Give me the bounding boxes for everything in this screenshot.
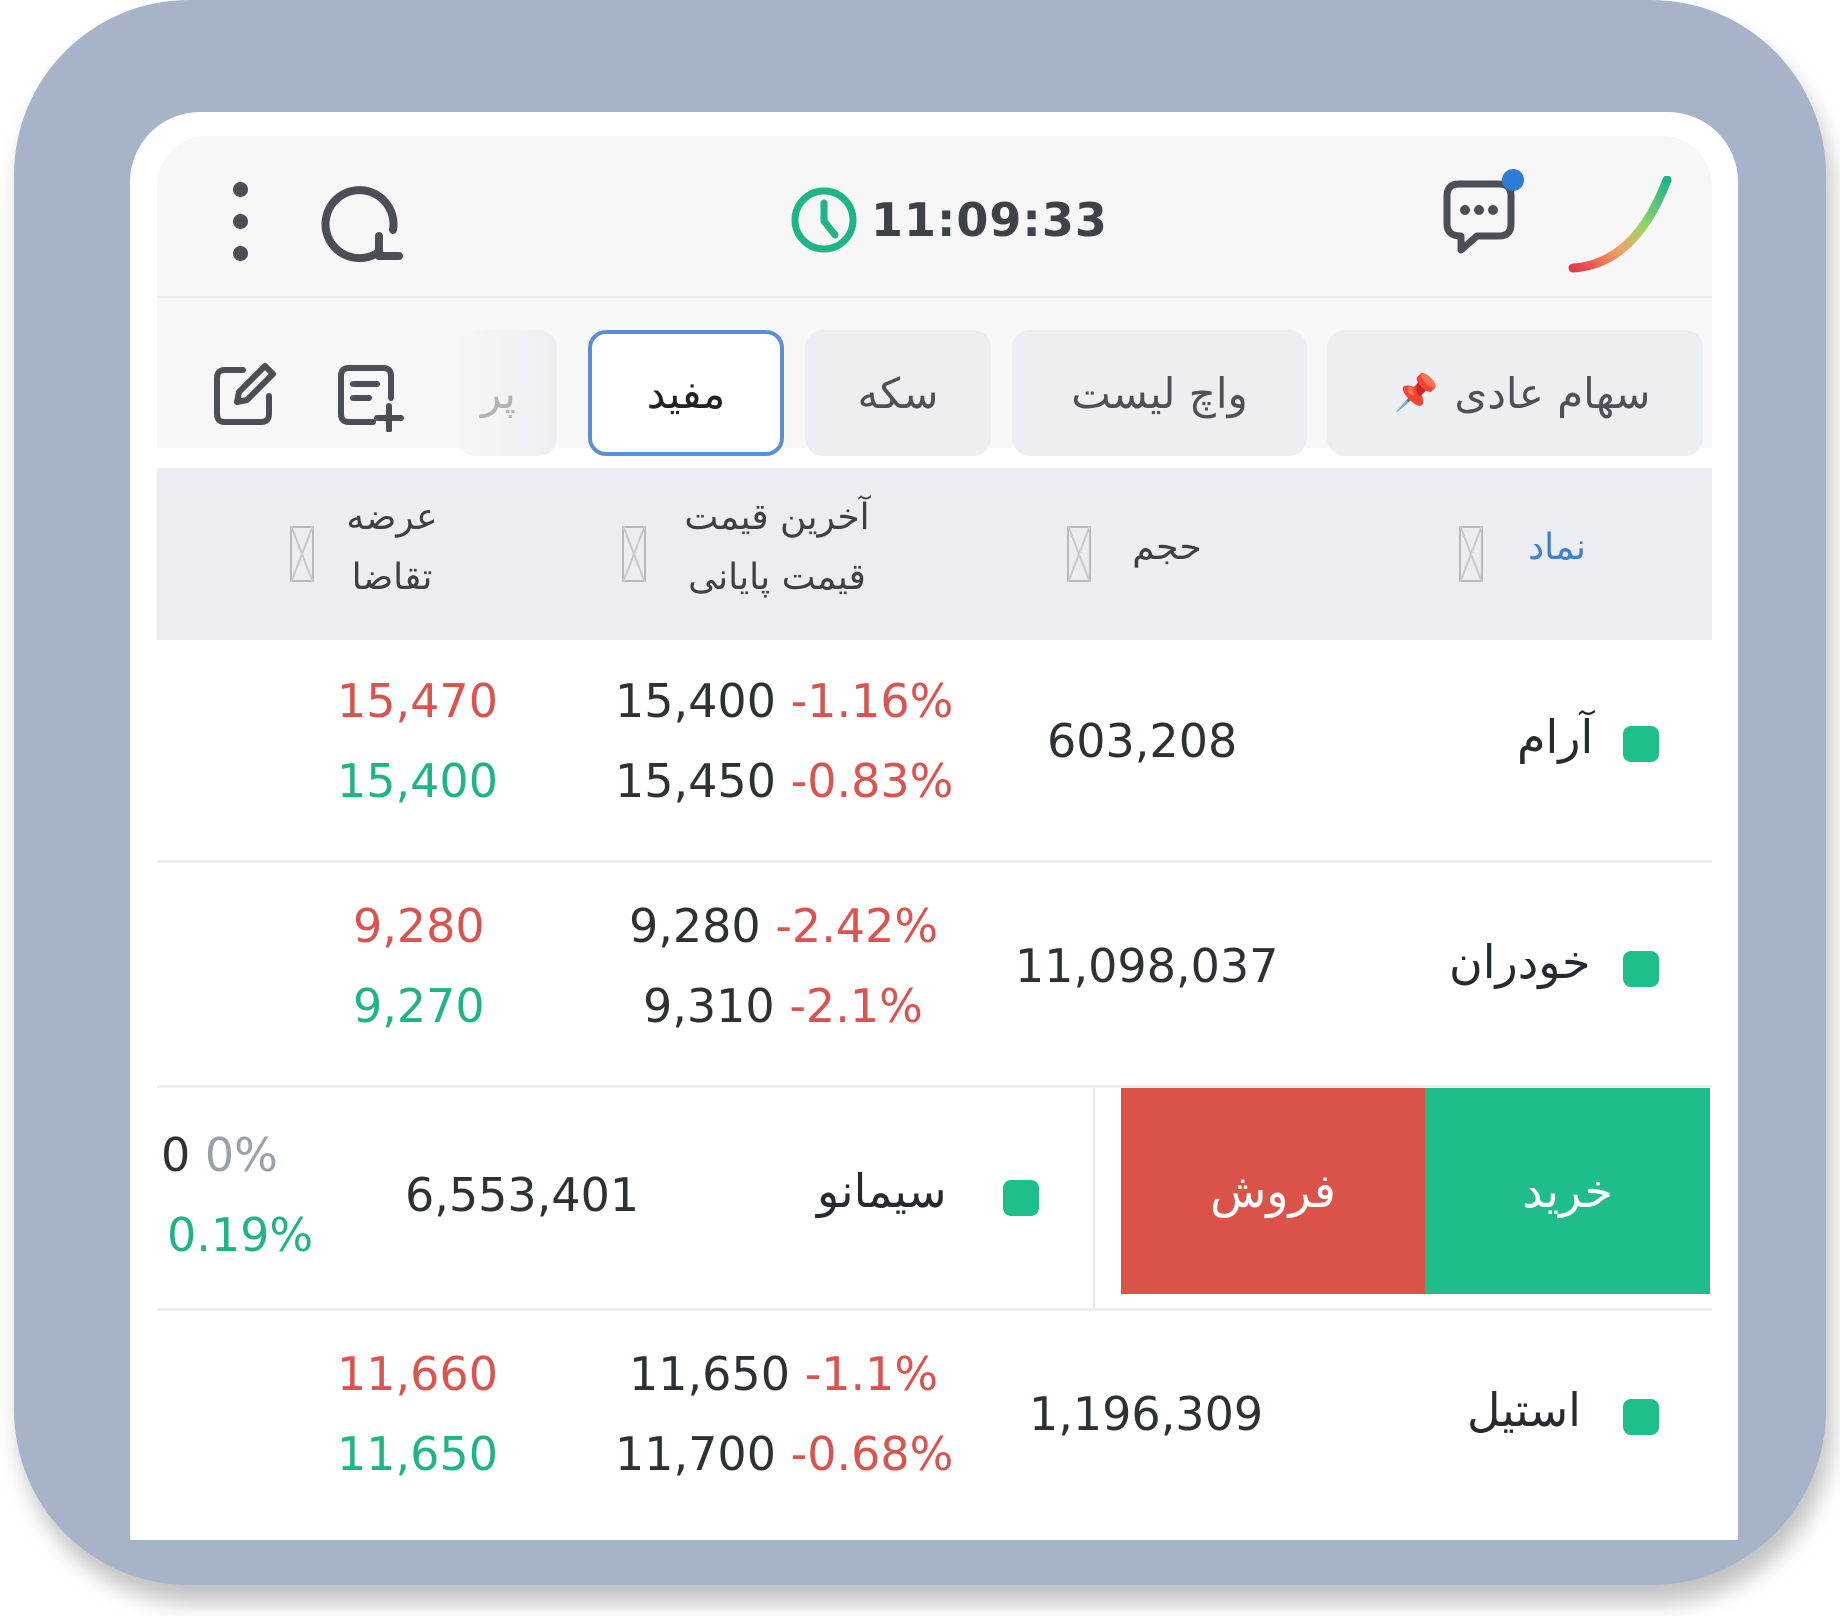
- more-menu-icon[interactable]: [225, 180, 255, 264]
- bid-price: 9,270: [353, 979, 485, 1033]
- add-list-icon[interactable]: [333, 360, 405, 432]
- column-volume: حجم: [1132, 527, 1202, 568]
- tab-mofid[interactable]: مفید: [588, 330, 784, 456]
- status-dot: [1623, 1399, 1659, 1435]
- table-header: عرضه تقاضا آخرین قیمت قیمت پایانی حجم نم…: [157, 468, 1712, 640]
- app-content: 11:09:33 پر مفید سکه واچ لیست 📌 سهام عاد…: [157, 136, 1712, 1540]
- last-price-cell: 11,650 -1.1%: [629, 1347, 939, 1401]
- table-row[interactable]: 11,660 11,650 11,650 -1.1% 11,700 -0.68%…: [157, 1311, 1712, 1540]
- close-price-cell: 15,450 -0.83%: [615, 754, 954, 808]
- symbol-name: سیمانو: [817, 1164, 947, 1218]
- close-price-cell: 9,310 -2.1%: [643, 979, 923, 1033]
- ask-price: 11,660: [337, 1347, 498, 1401]
- table-row[interactable]: 15,470 15,400 15,400 -1.16% 15,450 -0.83…: [157, 640, 1712, 863]
- status-dot: [1623, 726, 1659, 762]
- brand-logo: [1568, 176, 1672, 273]
- column-ask-bid: عرضه تقاضا: [346, 497, 438, 598]
- volume-cell: 6,553,401: [405, 1168, 640, 1222]
- bid-price: 15,400: [337, 754, 498, 808]
- close-price-cell: 11,700 -0.68%: [615, 1427, 954, 1481]
- tab-more[interactable]: پر: [457, 330, 557, 456]
- clock-icon: [791, 187, 857, 253]
- market-clock: 11:09:33: [789, 180, 1108, 260]
- bid-price: 11,650: [337, 1427, 498, 1481]
- tab-coin[interactable]: سکه: [805, 330, 991, 456]
- sell-button[interactable]: فروش: [1121, 1088, 1425, 1294]
- volume-cell: 1,196,309: [1029, 1387, 1264, 1441]
- sort-icon[interactable]: [1067, 526, 1091, 582]
- top-bar: 11:09:33: [157, 136, 1712, 298]
- sort-icon[interactable]: [622, 526, 646, 582]
- sort-icon[interactable]: [1459, 526, 1483, 582]
- table-row-swiped[interactable]: 0 0% 0.19% 6,553,401 سیمانو فروش خرید: [157, 1088, 1712, 1311]
- status-dot: [1003, 1180, 1039, 1216]
- tab-watchlist[interactable]: واچ لیست: [1012, 330, 1307, 456]
- column-last-close: آخرین قیمت قیمت پایانی: [684, 497, 870, 598]
- status-dot: [1623, 951, 1659, 987]
- ask-price: 15,470: [337, 674, 498, 728]
- volume-cell: 11,098,037: [1015, 939, 1279, 993]
- pin-icon: 📌: [1393, 373, 1439, 414]
- sort-icon[interactable]: [290, 526, 314, 582]
- volume-cell: 603,208: [1047, 714, 1238, 768]
- chat-icon[interactable]: [1437, 166, 1527, 260]
- tab-common-stocks[interactable]: 📌 سهام عادی: [1327, 330, 1703, 456]
- app-screen: 11:09:33 پر مفید سکه واچ لیست 📌 سهام عاد…: [130, 112, 1738, 1540]
- symbol-name: آرام: [1517, 710, 1594, 764]
- refresh-icon[interactable]: [319, 180, 405, 264]
- last-price-cell: 15,400 -1.16%: [615, 674, 954, 728]
- clock-time: 11:09:33: [871, 193, 1108, 247]
- table-row[interactable]: 9,280 9,270 9,280 -2.42% 9,310 -2.1% 11,…: [157, 863, 1712, 1088]
- divider: [1093, 1088, 1095, 1308]
- column-symbol[interactable]: نماد: [1507, 518, 1607, 578]
- edit-icon[interactable]: [207, 360, 279, 432]
- last-price-cell: 9,280 -2.42%: [629, 899, 939, 953]
- symbol-name: خودران: [1449, 935, 1591, 989]
- watchlist-tabs: پر مفید سکه واچ لیست 📌 سهام عادی: [157, 298, 1712, 456]
- close-percent: 0.19%: [167, 1208, 314, 1262]
- symbol-name: استیل: [1467, 1383, 1581, 1437]
- buy-button[interactable]: خرید: [1425, 1088, 1710, 1294]
- ask-price: 9,280: [353, 899, 485, 953]
- last-price-cell: 0 0%: [161, 1128, 278, 1182]
